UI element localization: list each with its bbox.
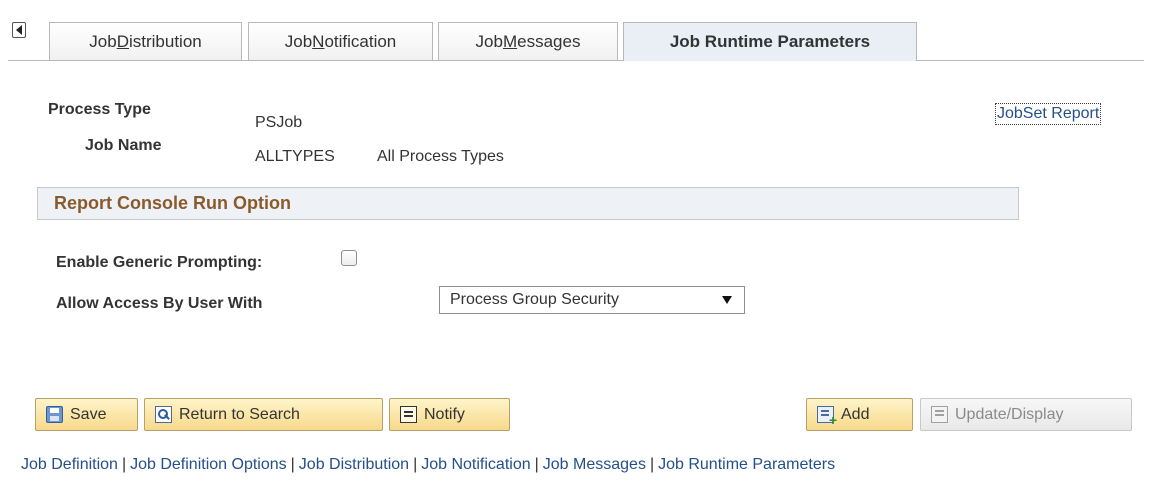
add-icon — [817, 406, 837, 428]
jobset-report-link[interactable]: JobSet Report — [994, 103, 1102, 125]
footer-links: Job Definition | Job Definition Options | Jo… — [21, 456, 836, 473]
update-display-button: Update/Display — [920, 398, 1132, 431]
job-name-label: Job Name — [85, 137, 162, 154]
process-type-value: PSJob — [255, 114, 303, 131]
tab-scroll-left-button[interactable] — [12, 22, 26, 38]
tab-strip-divider — [8, 60, 1144, 61]
return-to-search-icon — [155, 406, 172, 423]
save-icon — [46, 406, 63, 423]
notify-button[interactable]: Notify — [389, 398, 510, 431]
process-type-label: Process Type — [48, 101, 151, 118]
section-title: Report Console Run Option — [54, 193, 291, 213]
tab-job-distribution[interactable]: Job Distribution — [49, 22, 242, 60]
update-display-icon — [931, 406, 948, 423]
tab-job-notification[interactable]: Job Notification — [248, 22, 433, 60]
enable-generic-prompting-label: Enable Generic Prompting: — [56, 254, 263, 271]
enable-generic-prompting-checkbox[interactable] — [341, 250, 357, 266]
footer-link-job-messages[interactable]: Job Messages — [543, 456, 646, 473]
dropdown-arrow-icon — [722, 296, 732, 304]
footer-link-job-runtime-parameters[interactable]: Job Runtime Parameters — [658, 456, 835, 473]
job-name-value: ALLTYPES — [255, 148, 335, 165]
job-name-description: All Process Types — [377, 148, 504, 165]
report-console-run-option-header: Report Console Run Option — [37, 187, 1019, 220]
footer-link-job-definition-options[interactable]: Job Definition Options — [130, 456, 287, 473]
footer-link-job-definition[interactable]: Job Definition — [21, 456, 118, 473]
allow-access-select[interactable]: Process Group Security — [439, 286, 745, 314]
add-button[interactable]: Add — [806, 398, 913, 431]
tab-job-runtime-parameters[interactable]: Job Runtime Parameters — [623, 22, 917, 61]
arrow-left-icon — [15, 25, 22, 35]
footer-link-job-notification[interactable]: Job Notification — [421, 456, 530, 473]
tab-job-messages[interactable]: Job Messages — [438, 22, 618, 60]
save-button[interactable]: Save — [35, 398, 138, 431]
notify-icon — [400, 406, 417, 423]
allow-access-label: Allow Access By User With — [56, 295, 263, 312]
footer-link-job-distribution[interactable]: Job Distribution — [299, 456, 409, 473]
return-to-search-button[interactable]: Return to Search — [144, 398, 383, 431]
allow-access-selected-value: Process Group Security — [450, 291, 619, 308]
